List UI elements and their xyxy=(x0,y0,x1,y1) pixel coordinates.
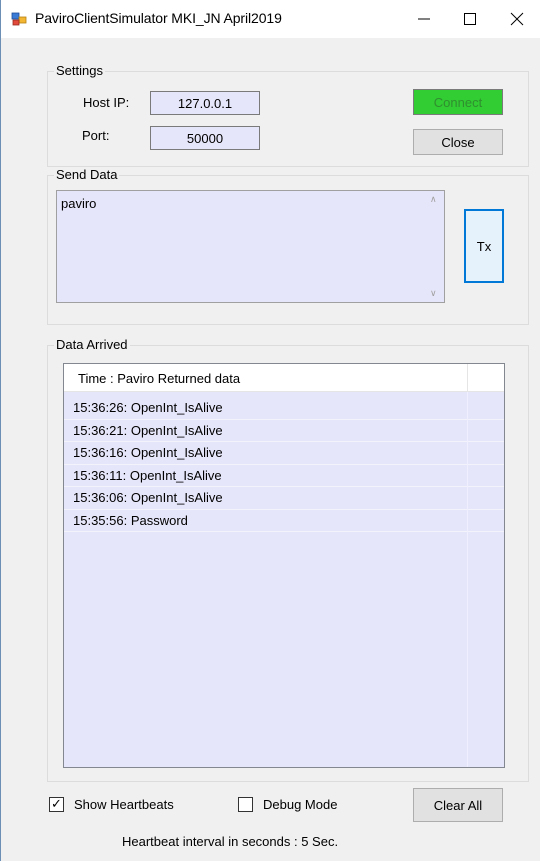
column-divider[interactable] xyxy=(467,364,468,392)
show-heartbeats-checkbox[interactable]: ✓ Show Heartbeats xyxy=(49,796,174,812)
port-label: Port: xyxy=(82,128,110,143)
data-arrived-legend: Data Arrived xyxy=(54,337,130,352)
heartbeat-interval-text: Heartbeat interval in seconds : 5 Sec. xyxy=(122,834,339,849)
list-header[interactable]: Time : Paviro Returned data xyxy=(64,364,504,392)
list-item[interactable]: 15:36:11: OpenInt_IsAlive xyxy=(64,465,504,487)
close-button[interactable]: Close xyxy=(413,129,503,155)
debug-mode-label: Debug Mode xyxy=(263,797,338,812)
port-field[interactable]: 50000 xyxy=(150,126,260,150)
list-item[interactable]: 15:36:06: OpenInt_IsAlive xyxy=(64,487,504,510)
debug-mode-box[interactable] xyxy=(238,797,253,812)
checkmark-icon: ✓ xyxy=(51,796,62,811)
minimize-icon xyxy=(418,18,430,20)
tx-button[interactable]: Tx xyxy=(464,209,504,283)
host-ip-field[interactable]: 127.0.0.1 xyxy=(150,91,260,115)
clear-all-button[interactable]: Clear All xyxy=(413,788,503,822)
send-data-legend: Send Data xyxy=(54,167,120,182)
send-data-text: paviro xyxy=(61,196,97,211)
title-bar[interactable]: PaviroClientSimulator MKI_JN April2019 xyxy=(1,0,540,38)
show-heartbeats-box[interactable]: ✓ xyxy=(49,796,64,812)
scroll-up-icon[interactable]: ∧ xyxy=(430,194,437,205)
debug-mode-checkbox[interactable]: Debug Mode xyxy=(238,797,337,812)
show-heartbeats-label: Show Heartbeats xyxy=(74,797,174,812)
column-line xyxy=(467,392,468,767)
send-data-scrollbar[interactable]: ∧ ∨ xyxy=(427,191,444,302)
settings-legend: Settings xyxy=(54,63,105,78)
connect-button[interactable]: Connect xyxy=(413,89,503,115)
close-icon xyxy=(510,12,524,26)
maximize-icon xyxy=(464,13,476,25)
data-arrived-list[interactable]: Time : Paviro Returned data 15:36:26: Op… xyxy=(63,363,505,768)
list-header-label: Time : Paviro Returned data xyxy=(78,371,241,386)
scroll-down-icon[interactable]: ∨ xyxy=(430,288,437,299)
close-window-button[interactable] xyxy=(494,0,540,38)
list-item[interactable]: 15:36:21: OpenInt_IsAlive xyxy=(64,420,504,442)
main-window: PaviroClientSimulator MKI_JN April2019 S… xyxy=(0,0,540,861)
app-icon xyxy=(11,12,27,26)
window-title: PaviroClientSimulator MKI_JN April2019 xyxy=(35,10,282,26)
host-ip-label: Host IP: xyxy=(83,95,130,110)
list-item[interactable]: 15:35:56: Password xyxy=(64,510,504,532)
minimize-button[interactable] xyxy=(401,0,447,38)
list-item[interactable]: 15:36:16: OpenInt_IsAlive xyxy=(64,442,504,465)
list-item[interactable]: 15:36:26: OpenInt_IsAlive xyxy=(64,397,504,420)
send-data-input[interactable]: paviro ∧ ∨ xyxy=(56,190,445,303)
list-rows: 15:36:26: OpenInt_IsAlive 15:36:21: Open… xyxy=(64,397,504,532)
maximize-button[interactable] xyxy=(447,0,493,38)
